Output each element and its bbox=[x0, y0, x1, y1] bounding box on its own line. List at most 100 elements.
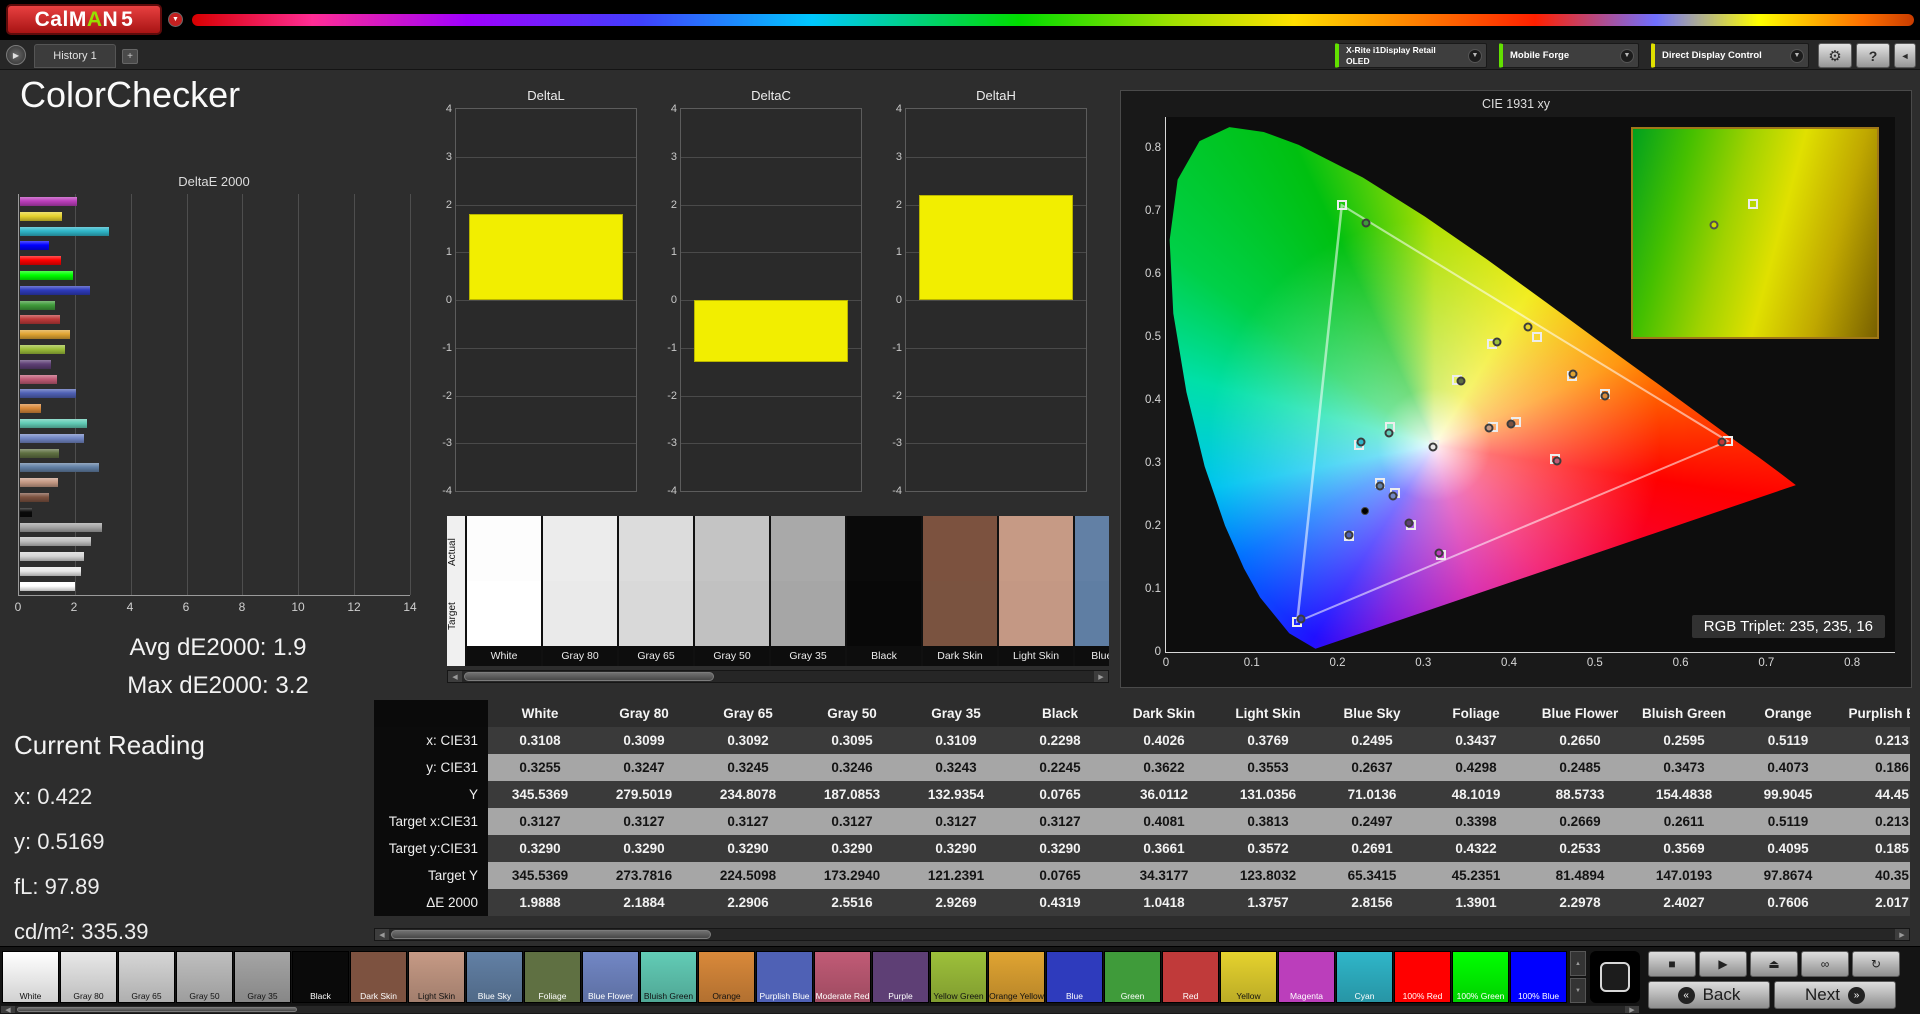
table-cell: 0.2485 bbox=[1528, 754, 1632, 781]
scrollbar-thumb[interactable] bbox=[464, 672, 714, 681]
deltae-bar-cyan bbox=[20, 226, 110, 236]
patch-chip-dark-skin[interactable]: Dark Skin bbox=[350, 951, 407, 1003]
gridline bbox=[456, 347, 636, 349]
back-button[interactable]: « Back bbox=[1648, 981, 1770, 1009]
meter-dropdown-label: X-Rite i1Display Retail OLED bbox=[1346, 45, 1436, 66]
patch-chip-light-skin[interactable]: Light Skin bbox=[408, 951, 465, 1003]
scrollbar-track[interactable] bbox=[462, 671, 1094, 682]
scroll-down-icon[interactable]: ▼ bbox=[1570, 978, 1586, 1003]
target-point bbox=[1336, 200, 1347, 211]
scrollbar-track[interactable] bbox=[389, 929, 1895, 940]
loop-button[interactable]: ↻ bbox=[1852, 951, 1900, 977]
tab-history-1[interactable]: History 1 bbox=[34, 44, 116, 68]
scrollbar-track[interactable] bbox=[15, 1006, 1625, 1013]
table-cell: 0.3246 bbox=[800, 754, 904, 781]
add-tab-button[interactable]: + bbox=[122, 49, 138, 64]
patch-chip-label: Light Skin bbox=[417, 991, 456, 1002]
table-cell: 2.5516 bbox=[800, 889, 904, 916]
x-axis-tick-label: 4 bbox=[126, 600, 134, 614]
patch-chip-100-red[interactable]: 100% Red bbox=[1394, 951, 1451, 1003]
actual-row-label: Actual bbox=[447, 538, 458, 566]
swatch-name-label: Black bbox=[847, 646, 921, 666]
row-label: x: CIE31 bbox=[374, 727, 488, 754]
scrollbar-thumb[interactable] bbox=[17, 1007, 297, 1012]
logo-menu-dropdown-icon[interactable]: ▼ bbox=[168, 12, 183, 27]
help-button[interactable]: ? bbox=[1856, 43, 1890, 68]
row-label: Y bbox=[374, 781, 488, 808]
patch-chip-100-blue[interactable]: 100% Blue bbox=[1510, 951, 1567, 1003]
measured-point bbox=[1404, 518, 1414, 528]
scroll-left-icon[interactable]: ◀ bbox=[375, 929, 389, 940]
patch-chip-orange[interactable]: Orange bbox=[698, 951, 755, 1003]
patch-chip-black[interactable]: Black bbox=[292, 951, 349, 1003]
table-cell: 0.213 bbox=[1840, 808, 1910, 835]
pattern-window-button[interactable] bbox=[1600, 962, 1630, 992]
deltah-chart-title: DeltaH bbox=[976, 88, 1016, 103]
table-cell: 0.3290 bbox=[592, 835, 696, 862]
column-header-gray-50: Gray 50 bbox=[800, 700, 904, 727]
scrollbar-thumb[interactable] bbox=[391, 930, 711, 939]
patch-chip-blue[interactable]: Blue bbox=[1046, 951, 1103, 1003]
next-button-label: Next bbox=[1805, 985, 1840, 1004]
patch-chip-green[interactable]: Green bbox=[1104, 951, 1161, 1003]
patch-chip-gray-65[interactable]: Gray 65 bbox=[118, 951, 175, 1003]
swatch-gray-80: Gray 80 bbox=[543, 516, 617, 666]
patch-chip-bluish-green[interactable]: Bluish Green bbox=[640, 951, 697, 1003]
patch-chip-yellow[interactable]: Yellow bbox=[1220, 951, 1277, 1003]
patch-toolbar-scrollbar[interactable]: ◀ ▶ bbox=[0, 1005, 1640, 1014]
scroll-left-icon[interactable]: ◀ bbox=[448, 671, 462, 682]
gridline bbox=[410, 194, 411, 595]
play-button[interactable]: ▶ bbox=[1699, 951, 1747, 977]
table-cell: 0.3398 bbox=[1424, 808, 1528, 835]
patch-chip-purplish-blue[interactable]: Purplish Blue bbox=[756, 951, 813, 1003]
table-cell: 0.3127 bbox=[800, 808, 904, 835]
device-dropdown-label: Direct Display Control bbox=[1662, 49, 1762, 61]
back-chevron-icon: « bbox=[1677, 986, 1695, 1004]
y-axis-tick-label: 1 bbox=[895, 246, 902, 259]
table-scrollbar[interactable]: ◀ ▶ bbox=[374, 928, 1910, 941]
patch-chip-moderate-red[interactable]: Moderate Red bbox=[814, 951, 871, 1003]
swatch-strip-scrollbar[interactable]: ◀ ▶ bbox=[447, 670, 1109, 683]
patch-chip-magenta[interactable]: Magenta bbox=[1278, 951, 1335, 1003]
device-dropdown[interactable]: Direct Display Control ▼ bbox=[1651, 43, 1809, 68]
stop-button[interactable]: ■ bbox=[1648, 951, 1696, 977]
patch-chip-blue-sky[interactable]: Blue Sky bbox=[466, 951, 523, 1003]
meter-dropdown[interactable]: X-Rite i1Display Retail OLED ▼ bbox=[1335, 43, 1487, 68]
next-button[interactable]: Next » bbox=[1774, 981, 1896, 1009]
patch-chip-white[interactable]: White bbox=[2, 951, 59, 1003]
source-dropdown[interactable]: Mobile Forge ▼ bbox=[1499, 43, 1639, 68]
gridline bbox=[906, 443, 1086, 445]
patch-chip-foliage[interactable]: Foliage bbox=[524, 951, 581, 1003]
patch-chip-gray-50[interactable]: Gray 50 bbox=[176, 951, 233, 1003]
scroll-up-icon[interactable]: ▲ bbox=[1570, 951, 1586, 976]
scroll-right-icon[interactable]: ▶ bbox=[1625, 1006, 1639, 1014]
deltah-chart: DeltaH 4 3 2 1 0 -1 -2 -3 -4 bbox=[892, 88, 1087, 512]
scroll-right-icon[interactable]: ▶ bbox=[1094, 671, 1108, 682]
patch-chip-label: Red bbox=[1182, 991, 1199, 1002]
scroll-left-icon[interactable]: ◀ bbox=[1, 1006, 15, 1014]
scroll-right-icon[interactable]: ▶ bbox=[1895, 929, 1909, 940]
patch-chip-purple[interactable]: Purple bbox=[872, 951, 929, 1003]
patch-chip-red[interactable]: Red bbox=[1162, 951, 1219, 1003]
table-cell: 0.2669 bbox=[1528, 808, 1632, 835]
patch-chip-100-green[interactable]: 100% Green bbox=[1452, 951, 1509, 1003]
patch-chip-gray-35[interactable]: Gray 35 bbox=[234, 951, 291, 1003]
current-reading-line: cd/m²: 335.39 bbox=[14, 919, 149, 944]
patch-chip-blue-flower[interactable]: Blue Flower bbox=[582, 951, 639, 1003]
eject-button[interactable]: ⏏ bbox=[1750, 951, 1798, 977]
deltal-chart: DeltaL 4 3 2 1 0 -1 -2 -3 -4 bbox=[442, 88, 637, 512]
patch-chip-cyan[interactable]: Cyan bbox=[1336, 951, 1393, 1003]
patch-chip-gray-80[interactable]: Gray 80 bbox=[60, 951, 117, 1003]
patch-chip-orange-yellow[interactable]: Orange Yellow bbox=[988, 951, 1045, 1003]
measured-point bbox=[1384, 428, 1394, 438]
table-cell: 0.2611 bbox=[1632, 808, 1736, 835]
logo-text-5: 5 bbox=[121, 7, 134, 31]
settings-gear-icon[interactable]: ⚙ bbox=[1818, 43, 1852, 68]
logo-text-a: A bbox=[86, 7, 103, 31]
collapse-panel-icon[interactable]: ◄ bbox=[1894, 43, 1916, 68]
deltae-bar-foliage bbox=[20, 448, 59, 458]
history-nav-icon[interactable]: ▶ bbox=[6, 45, 26, 65]
y-axis-tick-label: -2 bbox=[892, 389, 902, 402]
patch-chip-yellow-green[interactable]: Yellow Green bbox=[930, 951, 987, 1003]
infinity-button[interactable]: ∞ bbox=[1801, 951, 1849, 977]
